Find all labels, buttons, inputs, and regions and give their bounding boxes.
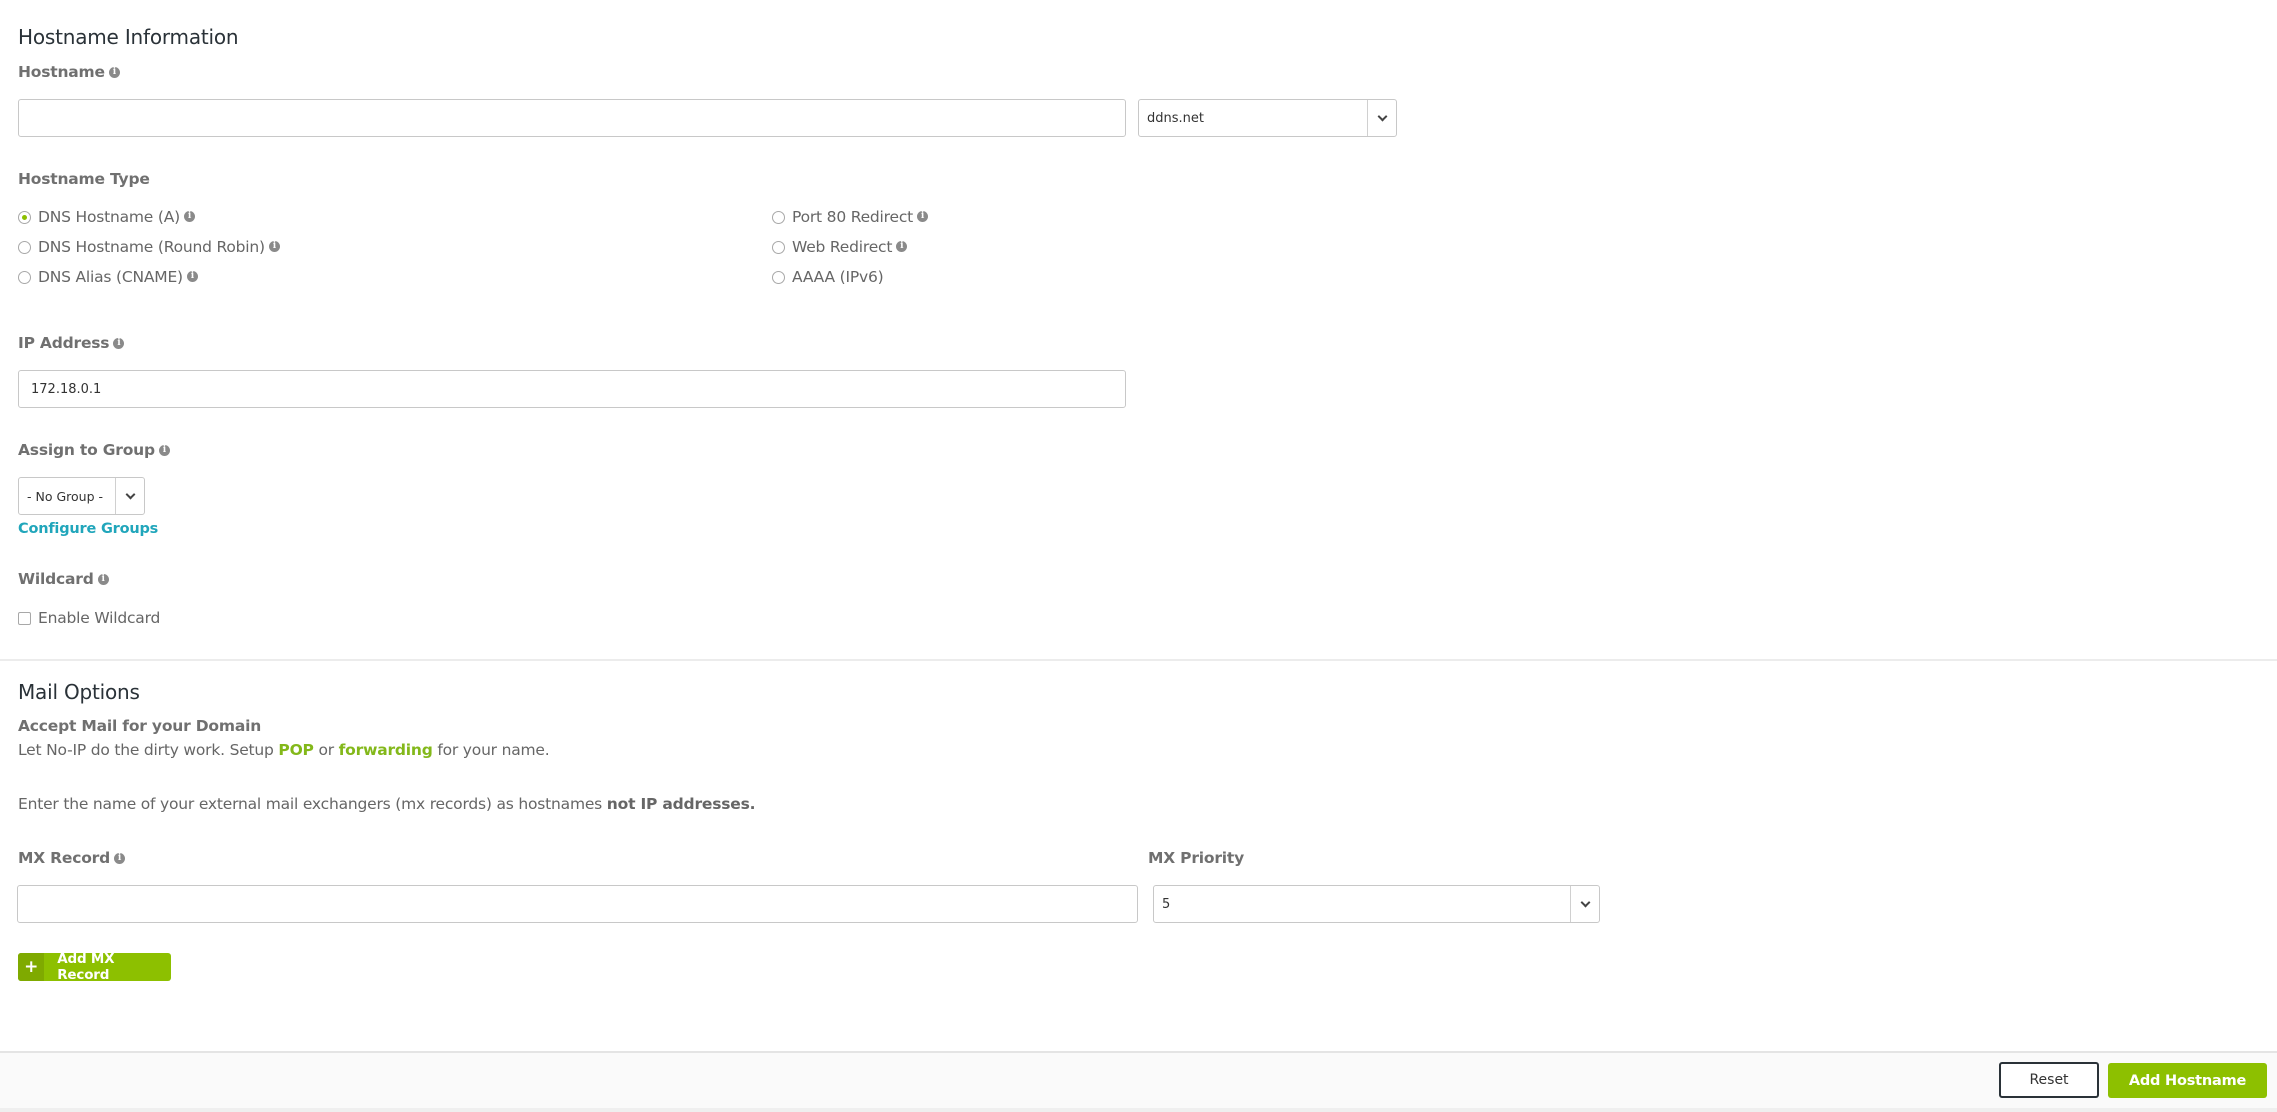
info-icon[interactable]: i — [183, 210, 195, 222]
hostname-input[interactable] — [18, 99, 1126, 137]
mail-desc-prefix: Let No-IP do the dirty work. Setup — [18, 741, 279, 759]
add-mx-record-button[interactable]: + Add MX Record — [18, 953, 171, 981]
domain-select[interactable]: ddns.net — [1138, 99, 1397, 137]
enable-wildcard-option[interactable]: Enable Wildcard — [18, 609, 160, 627]
mx-instruction-text: Enter the name of your external mail exc… — [18, 795, 607, 813]
radio-dns-hostname-a[interactable]: DNS Hostname (A) i — [18, 208, 195, 226]
info-icon[interactable]: i — [97, 574, 109, 585]
info-icon[interactable]: i — [896, 240, 908, 252]
add-mx-record-label: Add MX Record — [57, 953, 115, 981]
info-icon[interactable]: i — [268, 240, 280, 252]
footer-bottom-border — [0, 1108, 2277, 1112]
group-select-value: - No Group - — [27, 488, 103, 504]
ip-address-label: IP Address i — [18, 334, 125, 352]
hostname-type-label: Hostname Type — [18, 170, 150, 188]
radio-dns-alias-cname[interactable]: DNS Alias (CNAME) i — [18, 268, 198, 286]
mx-record-label: MX Record i — [18, 849, 125, 867]
chevron-down-icon — [1580, 897, 1590, 907]
add-hostname-button[interactable]: Add Hostname — [2108, 1063, 2267, 1098]
radio-button[interactable] — [772, 240, 785, 254]
mail-desc-or: or — [313, 741, 339, 759]
radio-button[interactable] — [772, 270, 785, 284]
plus-icon: + — [18, 953, 45, 981]
hostname-section-title: Hostname Information — [18, 25, 239, 49]
info-icon[interactable]: i — [113, 338, 125, 349]
forwarding-link[interactable]: forwarding — [339, 741, 433, 759]
assign-group-label: Assign to Group i — [18, 441, 170, 459]
enable-wildcard-checkbox[interactable] — [18, 611, 31, 625]
radio-label: AAAA (IPv6) — [792, 268, 884, 286]
mx-instruction-bold: not IP addresses. — [606, 795, 756, 813]
chevron-down-icon — [125, 489, 135, 499]
mx-priority-toggle[interactable] — [1570, 886, 1599, 922]
hostname-label: Hostname i — [18, 63, 120, 81]
mx-priority-value: 5 — [1162, 896, 1171, 912]
section-divider — [0, 659, 2277, 661]
info-icon[interactable]: i — [158, 445, 170, 456]
group-select[interactable]: - No Group - — [18, 477, 145, 515]
domain-select-value: ddns.net — [1147, 110, 1204, 126]
radio-label: Port 80 Redirect — [792, 208, 914, 226]
info-icon[interactable]: i — [917, 210, 929, 222]
assign-group-label-text: Assign to Group — [18, 441, 155, 459]
radio-label: Web Redirect — [792, 238, 893, 256]
radio-aaaa-ipv6[interactable]: AAAA (IPv6) — [772, 268, 884, 286]
enable-wildcard-label: Enable Wildcard — [38, 609, 161, 627]
info-icon[interactable]: i — [108, 67, 120, 78]
info-icon[interactable]: i — [114, 853, 125, 864]
wildcard-label: Wildcard i — [18, 570, 109, 588]
radio-button[interactable] — [18, 270, 31, 284]
radio-dns-hostname-round-robin[interactable]: DNS Hostname (Round Robin) i — [18, 238, 280, 256]
configure-groups-link[interactable]: Configure Groups — [18, 521, 158, 537]
radio-label: DNS Alias (CNAME) — [38, 268, 183, 286]
radio-web-redirect[interactable]: Web Redirect i — [772, 238, 908, 256]
radio-button[interactable] — [772, 210, 785, 224]
ip-address-value: 172.18.0.1 — [31, 381, 102, 397]
mx-record-label-text: MX Record — [18, 849, 110, 867]
group-select-toggle[interactable] — [115, 478, 144, 514]
chevron-down-icon — [1377, 111, 1387, 121]
accept-mail-subtitle: Accept Mail for your Domain — [18, 717, 262, 735]
ip-address-label-text: IP Address — [18, 334, 110, 352]
radio-label: DNS Hostname (A) — [38, 208, 180, 226]
ip-address-input[interactable]: 172.18.0.1 — [18, 370, 1126, 408]
mail-options-title: Mail Options — [18, 680, 140, 704]
mail-description: Let No-IP do the dirty work. Setup POP o… — [18, 741, 550, 759]
mx-record-input[interactable] — [17, 885, 1138, 923]
mx-priority-label: MX Priority — [1148, 849, 1245, 867]
wildcard-label-text: Wildcard — [18, 570, 94, 588]
hostname-label-text: Hostname — [18, 63, 105, 81]
domain-select-toggle[interactable] — [1367, 100, 1396, 136]
radio-label: DNS Hostname (Round Robin) — [38, 238, 265, 256]
mx-priority-select[interactable]: 5 — [1153, 885, 1600, 923]
form-footer — [0, 1051, 2277, 1108]
radio-port-80-redirect[interactable]: Port 80 Redirect i — [772, 208, 929, 226]
reset-button[interactable]: Reset — [1999, 1062, 2099, 1098]
radio-button[interactable] — [18, 240, 31, 254]
radio-button[interactable] — [18, 210, 31, 224]
mx-instructions: Enter the name of your external mail exc… — [18, 795, 755, 813]
mail-desc-suffix: for your name. — [432, 741, 550, 759]
info-icon[interactable]: i — [186, 270, 198, 282]
pop-link[interactable]: POP — [278, 741, 313, 759]
